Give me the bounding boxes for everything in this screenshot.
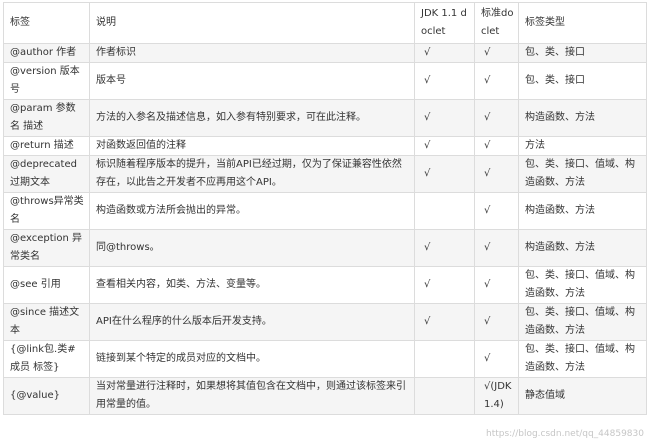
cell-description: 版本号 — [89, 62, 415, 100]
cell-tag: @since 描述文本 — [3, 303, 90, 341]
cell-jdk11: √ — [414, 43, 475, 63]
table-row: @throws异常类名 构造函数或方法所会抛出的异常。 √ 构造函数、方法 — [3, 192, 647, 230]
cell-type: 方法 — [518, 136, 647, 156]
table-row: @see 引用 查看相关内容，如类、方法、变量等。 √ √ 包、类、接口、值域、… — [3, 266, 647, 304]
cell-description: 标识随着程序版本的提升，当前API已经过期，仅为了保证兼容性依然存在，以此告之开… — [89, 155, 415, 193]
cell-standard: √ — [474, 303, 519, 341]
cell-tag: @author 作者 — [3, 43, 90, 63]
cell-type: 包、类、接口 — [518, 43, 647, 63]
table-row: @since 描述文本 API在什么程序的什么版本后开发支持。 √ √ 包、类、… — [3, 303, 647, 341]
cell-type: 包、类、接口、值域、构造函数、方法 — [518, 303, 647, 341]
cell-standard: √ — [474, 62, 519, 100]
cell-description: API在什么程序的什么版本后开发支持。 — [89, 303, 415, 341]
table-row: {@value} 当对常量进行注释时，如果想将其值包含在文档中，则通过该标签来引… — [3, 377, 647, 415]
cell-jdk11: √ — [414, 62, 475, 100]
doclet-tags-table: 标签 说明 JDK 1.1 doclet 标准doclet 标签类型 @auth… — [3, 2, 647, 415]
cell-tag: @return 描述 — [3, 136, 90, 156]
cell-jdk11: √ — [414, 155, 475, 193]
cell-tag: {@link包.类#成员 标签} — [3, 340, 90, 378]
header-jdk11-doclet: JDK 1.1 doclet — [414, 2, 475, 44]
cell-jdk11: √ — [414, 136, 475, 156]
cell-standard: √ — [474, 192, 519, 230]
cell-type: 构造函数、方法 — [518, 99, 647, 137]
table-row: @return 描述 对函数返回值的注释 √ √ 方法 — [3, 136, 647, 156]
cell-type: 包、类、接口、值域、构造函数、方法 — [518, 155, 647, 193]
cell-description: 构造函数或方法所会抛出的异常。 — [89, 192, 415, 230]
header-standard-doclet: 标准doclet — [474, 2, 519, 44]
cell-standard: √ — [474, 43, 519, 63]
cell-type: 构造函数、方法 — [518, 192, 647, 230]
cell-standard: √(JDK1.4) — [474, 377, 519, 415]
cell-tag: @throws异常类名 — [3, 192, 90, 230]
cell-tag: @exception 异常类名 — [3, 229, 90, 267]
cell-standard: √ — [474, 340, 519, 378]
cell-description: 链接到某个特定的成员对应的文档中。 — [89, 340, 415, 378]
header-tag-type: 标签类型 — [518, 2, 647, 44]
cell-standard: √ — [474, 266, 519, 304]
cell-jdk11: √ — [414, 99, 475, 137]
cell-type: 包、类、接口、值域、构造函数、方法 — [518, 340, 647, 378]
cell-jdk11: √ — [414, 266, 475, 304]
table-body: @author 作者 作者标识 √ √ 包、类、接口 @version 版本号 … — [3, 43, 647, 415]
cell-description: 对函数返回值的注释 — [89, 136, 415, 156]
cell-tag: @version 版本号 — [3, 62, 90, 100]
watermark: https://blog.csdn.net/qq_44859830 — [485, 429, 644, 439]
cell-description: 方法的入参名及描述信息，如入参有特别要求，可在此注释。 — [89, 99, 415, 137]
cell-standard: √ — [474, 229, 519, 267]
header-description: 说明 — [89, 2, 415, 44]
table-row: @author 作者 作者标识 √ √ 包、类、接口 — [3, 43, 647, 63]
cell-description: 同@throws。 — [89, 229, 415, 267]
table-row: @deprecated 过期文本 标识随着程序版本的提升，当前API已经过期，仅… — [3, 155, 647, 193]
cell-standard: √ — [474, 155, 519, 193]
table-row: @param 参数名 描述 方法的入参名及描述信息，如入参有特别要求，可在此注释… — [3, 99, 647, 137]
cell-description: 当对常量进行注释时，如果想将其值包含在文档中，则通过该标签来引用常量的值。 — [89, 377, 415, 415]
cell-tag: @see 引用 — [3, 266, 90, 304]
cell-standard: √ — [474, 136, 519, 156]
table-row: @exception 异常类名 同@throws。 √ √ 构造函数、方法 — [3, 229, 647, 267]
cell-jdk11: √ — [414, 229, 475, 267]
header-row: 标签 说明 JDK 1.1 doclet 标准doclet 标签类型 — [3, 2, 647, 44]
cell-jdk11: √ — [414, 303, 475, 341]
cell-type: 包、类、接口、值域、构造函数、方法 — [518, 266, 647, 304]
header-tag: 标签 — [3, 2, 90, 44]
cell-jdk11 — [414, 377, 475, 415]
cell-jdk11 — [414, 192, 475, 230]
cell-description: 作者标识 — [89, 43, 415, 63]
cell-description: 查看相关内容，如类、方法、变量等。 — [89, 266, 415, 304]
table-header: 标签 说明 JDK 1.1 doclet 标准doclet 标签类型 — [3, 2, 647, 44]
cell-tag: @deprecated 过期文本 — [3, 155, 90, 193]
cell-type: 构造函数、方法 — [518, 229, 647, 267]
cell-standard: √ — [474, 99, 519, 137]
table-row: {@link包.类#成员 标签} 链接到某个特定的成员对应的文档中。 √ 包、类… — [3, 340, 647, 378]
cell-jdk11 — [414, 340, 475, 378]
cell-tag: @param 参数名 描述 — [3, 99, 90, 137]
cell-tag: {@value} — [3, 377, 90, 415]
cell-type: 包、类、接口 — [518, 62, 647, 100]
table-row: @version 版本号 版本号 √ √ 包、类、接口 — [3, 62, 647, 100]
cell-type: 静态值域 — [518, 377, 647, 415]
